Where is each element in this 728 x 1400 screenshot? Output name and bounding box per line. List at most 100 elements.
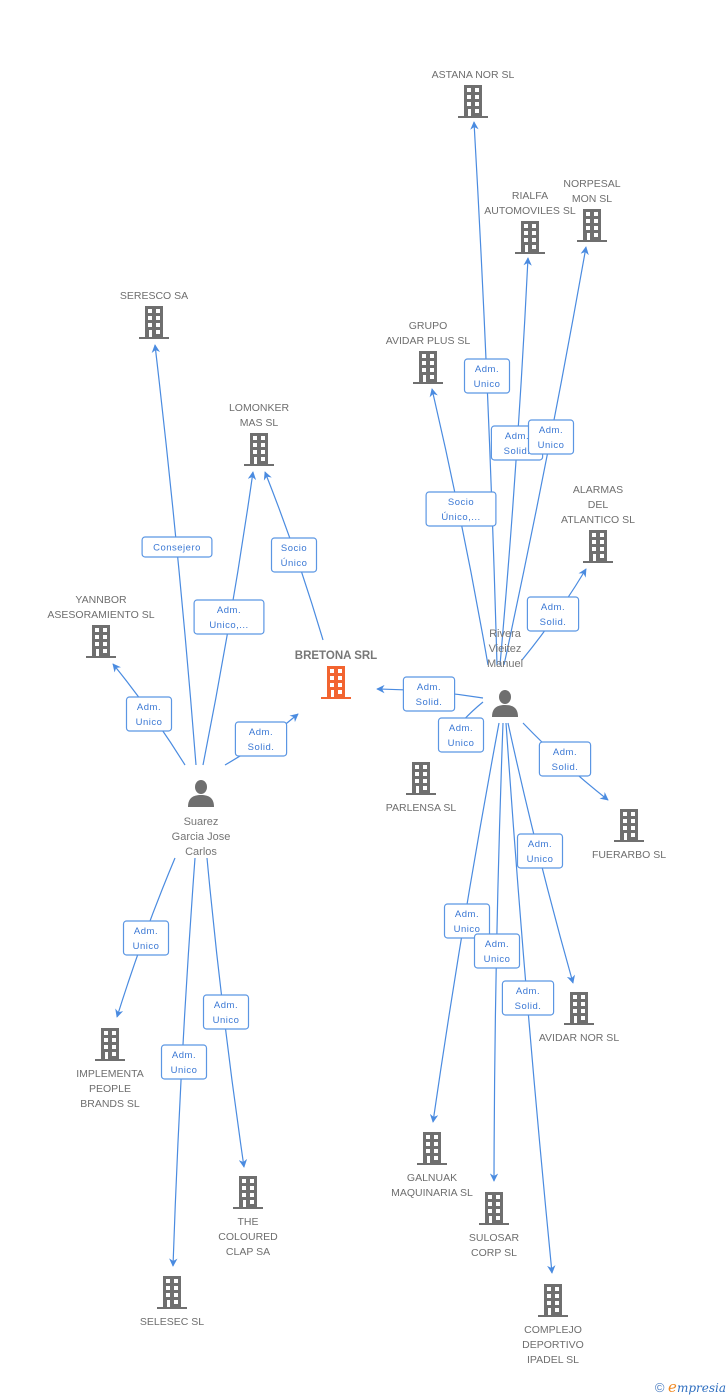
node-sulosar[interactable]: SULOSAR CORP SL — [469, 1192, 520, 1259]
company-name-label[interactable]: SELESEC SL — [140, 1316, 204, 1328]
company-name-label[interactable]: MON SL — [572, 193, 612, 205]
brand-logo[interactable]: empresia — [668, 1378, 726, 1396]
company-name-label[interactable]: CORP SL — [471, 1247, 517, 1259]
company-building-icon[interactable] — [233, 1176, 263, 1209]
company-name-label[interactable]: MAS SL — [240, 417, 279, 429]
company-name-label[interactable]: PEOPLE — [89, 1083, 131, 1095]
edge-label-text: Consejero — [153, 543, 201, 554]
edge-label-suarez-to-lomonker[interactable]: Adm. Unico,... — [193, 599, 265, 635]
node-fuerarbo[interactable]: FUERARBO SL — [592, 809, 666, 861]
company-building-icon[interactable] — [413, 351, 443, 384]
company-name-label[interactable]: BRANDS SL — [80, 1098, 140, 1110]
node-coloured[interactable]: THE COLOURED CLAP SA — [218, 1176, 278, 1258]
company-name-label[interactable]: AVIDAR PLUS SL — [386, 335, 471, 347]
node-grupo[interactable]: GRUPO AVIDAR PLUS SL — [386, 320, 471, 384]
edge-label-rivera-to-avidarnor[interactable]: Adm. Unico — [516, 833, 564, 869]
node-rialfa[interactable]: RIALFA AUTOMOVILES SL — [484, 190, 576, 254]
edge-label-rivera-to-grupo[interactable]: Socio Único,... — [425, 491, 497, 527]
company-name-label[interactable]: DEL — [588, 499, 609, 511]
node-galnuak[interactable]: GALNUAK MAQUINARIA SL — [391, 1132, 473, 1199]
company-name-label[interactable]: ASTANA NOR SL — [432, 69, 515, 81]
company-name-label[interactable]: FUERARBO SL — [592, 849, 666, 861]
edge-label-suarez-to-coloured[interactable]: Adm. Unico — [202, 994, 250, 1030]
edge-label-suarez-to-yannbor[interactable]: Adm. Unico — [125, 696, 173, 732]
company-building-icon[interactable] — [564, 992, 594, 1025]
company-building-icon[interactable] — [583, 530, 613, 563]
company-building-icon[interactable] — [417, 1132, 447, 1165]
edge-label-rivera-to-fuerarbo[interactable]: Adm. Solid. — [538, 741, 592, 777]
edge-label-bretona-to-lomonker[interactable]: Socio Único — [270, 537, 318, 573]
company-name-label[interactable]: GRUPO — [409, 320, 448, 332]
person-icon[interactable] — [188, 780, 214, 807]
person-name-label[interactable]: Rivera — [489, 628, 522, 640]
company-name-label[interactable]: COLOURED — [218, 1231, 278, 1243]
main-company-building-icon[interactable] — [321, 666, 351, 699]
company-name-label[interactable]: BRETONA SRL — [295, 650, 377, 662]
edge-label-rivera-to-galnuak[interactable]: Adm. Unico — [443, 903, 491, 939]
edge-label-rivera-to-norpesal[interactable]: Adm. Unico — [527, 419, 575, 455]
copyright-icon: © — [654, 1380, 665, 1395]
company-building-icon[interactable] — [538, 1284, 568, 1317]
person-icon[interactable] — [492, 690, 518, 717]
node-alarmas[interactable]: ALARMAS DEL ATLANTICO SL — [561, 484, 635, 563]
edge-label-rivera-to-alarmas[interactable]: Adm. Solid. — [526, 596, 580, 632]
company-building-icon[interactable] — [86, 625, 116, 658]
company-name-label[interactable]: MAQUINARIA SL — [391, 1187, 473, 1199]
company-building-icon[interactable] — [244, 433, 274, 466]
company-name-label[interactable]: ASESORAMIENTO SL — [47, 609, 154, 621]
company-name-label[interactable]: LOMONKER — [229, 402, 290, 414]
company-name-label[interactable]: PARLENSA SL — [386, 802, 457, 814]
company-building-icon[interactable] — [614, 809, 644, 842]
edge-label-rivera-to-bretona[interactable]: Adm. Unico — [437, 717, 485, 753]
edge-label-suarez-to-implementa[interactable]: Adm. Unico — [122, 920, 170, 956]
company-name-label[interactable]: SULOSAR — [469, 1232, 520, 1244]
edge-label-rivera-to-complejo[interactable]: Adm. Solid. — [501, 980, 555, 1016]
edge-label-suarez-to-selesec[interactable]: Adm. Unico — [160, 1044, 208, 1080]
company-name-label[interactable]: ALARMAS — [573, 484, 623, 496]
company-name-label[interactable]: GALNUAK — [407, 1172, 457, 1184]
company-name-label[interactable]: SERESCO SA — [120, 290, 188, 302]
company-name-label[interactable]: DEPORTIVO — [522, 1339, 584, 1351]
company-name-label[interactable]: ATLANTICO SL — [561, 514, 635, 526]
company-name-label[interactable]: RIALFA — [512, 190, 548, 202]
edge-label-rivera-to-astana[interactable]: Adm. Unico — [463, 358, 511, 394]
company-building-icon[interactable] — [479, 1192, 509, 1225]
company-building-icon[interactable] — [406, 762, 436, 795]
node-rivera[interactable]: Rivera Vieitez Manuel — [487, 628, 523, 717]
company-name-label[interactable]: CLAP SA — [226, 1246, 270, 1258]
node-bretona[interactable]: BRETONA SRL — [295, 650, 377, 699]
company-name-label[interactable]: THE — [238, 1216, 259, 1228]
edge-label-suarez-to-bretona[interactable]: Adm. Solid. — [234, 721, 288, 757]
company-building-icon[interactable] — [95, 1028, 125, 1061]
company-building-icon[interactable] — [515, 221, 545, 254]
company-name-label[interactable]: COMPLEJO — [524, 1324, 582, 1336]
edge-label-suarez-to-seresco[interactable]: Consejero — [141, 536, 213, 558]
company-name-label[interactable]: NORPESAL — [563, 178, 620, 190]
person-name-label[interactable]: Vieitez — [489, 643, 522, 655]
node-complejo[interactable]: COMPLEJO DEPORTIVO IPADEL SL — [522, 1284, 584, 1366]
node-suarez[interactable]: Suarez Garcia Jose Carlos — [172, 780, 231, 858]
edge-label-rivera-to-bretona[interactable]: Adm. Solid. — [402, 676, 456, 712]
company-name-label[interactable]: YANNBOR — [75, 594, 127, 606]
node-yannbor[interactable]: YANNBOR ASESORAMIENTO SL — [47, 594, 155, 658]
company-name-label[interactable]: AVIDAR NOR SL — [539, 1032, 619, 1044]
node-astana[interactable]: ASTANA NOR SL — [432, 69, 515, 118]
person-name-label[interactable]: Suarez — [184, 816, 219, 828]
node-selesec[interactable]: SELESEC SL — [140, 1276, 204, 1328]
company-building-icon[interactable] — [577, 209, 607, 242]
company-name-label[interactable]: IPADEL SL — [527, 1354, 579, 1366]
person-name-label[interactable]: Garcia Jose — [172, 831, 231, 843]
company-building-icon[interactable] — [458, 85, 488, 118]
node-seresco[interactable]: SERESCO SA — [120, 290, 188, 339]
node-implementa[interactable]: IMPLEMENTA PEOPLE BRANDS SL — [76, 1028, 144, 1110]
node-parlensa[interactable]: PARLENSA SL — [386, 762, 457, 814]
company-name-label[interactable]: AUTOMOVILES SL — [484, 205, 576, 217]
company-name-label[interactable]: IMPLEMENTA — [76, 1068, 143, 1080]
edge-label-text: Adm. — [505, 431, 529, 442]
company-building-icon[interactable] — [139, 306, 169, 339]
company-building-icon[interactable] — [157, 1276, 187, 1309]
node-lomonker[interactable]: LOMONKER MAS SL — [229, 402, 290, 466]
edge-label-rivera-to-sulosar[interactable]: Adm. Unico — [473, 933, 521, 969]
person-name-label[interactable]: Manuel — [487, 658, 523, 670]
person-name-label[interactable]: Carlos — [185, 846, 217, 858]
